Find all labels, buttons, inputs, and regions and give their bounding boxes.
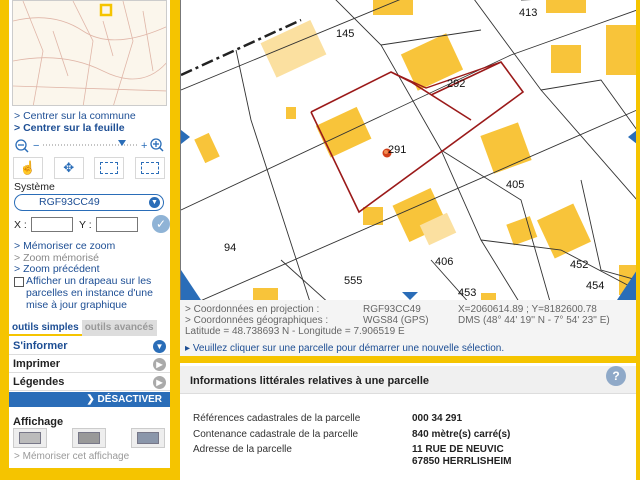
arrow-right-icon: ❯: [86, 394, 98, 405]
chevron-right-icon: ▶: [153, 376, 166, 389]
memoriser-affichage-link: > Mémoriser cet affichage: [14, 451, 130, 462]
hand-icon: ☝: [19, 160, 37, 175]
tools-tabs: outils simples outils avancés: [9, 320, 170, 336]
chevron-right-icon: ▶: [153, 358, 166, 371]
memoriser-affichage-label: Mémoriser cet affichage: [22, 451, 130, 462]
zoom-precedent-link[interactable]: > Zoom précédent: [14, 263, 100, 275]
sidebar: > Centrer sur la commune > Centrer sur l…: [9, 0, 170, 468]
adresse-value-line2: 67850 HERRLISHEIM: [412, 456, 512, 467]
parcel-info-panel: Informations littérales relatives à une …: [180, 363, 636, 480]
svg-text:−: −: [33, 140, 39, 152]
pan-left-icon: [181, 130, 190, 144]
parcel-number-label: 406: [435, 256, 453, 268]
pan-hand-button[interactable]: ☝: [13, 157, 43, 179]
affichage-option-2[interactable]: [72, 428, 106, 448]
geo-label-text: Coordonnées géographiques :: [193, 315, 329, 326]
projection-label-text: Coordonnées en projection :: [193, 304, 320, 315]
contenance-value: 840 mètre(s) carré(s): [412, 429, 511, 440]
y-input[interactable]: [96, 217, 138, 232]
accordion-legendes[interactable]: Légendes ▶: [9, 374, 170, 391]
zoom-box-button[interactable]: [94, 157, 125, 179]
parcel-number-label: 291: [388, 144, 406, 156]
accordion-imprimer[interactable]: Imprimer ▶: [9, 356, 170, 373]
desactiver-label: DÉSACTIVER: [97, 394, 162, 405]
check-icon: ✓: [155, 217, 167, 231]
pan-right-icon: [628, 130, 636, 144]
center-feuille-label: Centrer sur la feuille: [23, 122, 125, 134]
parcel-number-label: 555: [344, 275, 362, 287]
systeme-label: Système: [14, 181, 55, 193]
selection-notice: ▸ Veuillez cliquer sur une parcelle pour…: [185, 343, 505, 354]
geo-label: > Coordonnées géographiques :: [185, 315, 329, 326]
cadastre-map[interactable]: 145 413 292 291 405 94 406 555 452 453 454: [180, 0, 636, 300]
chevron-down-icon: ▼: [153, 340, 166, 353]
chevron-down-icon: ▼: [149, 197, 160, 208]
zoom-slider[interactable]: − +: [13, 136, 165, 154]
tab-outils-avances[interactable]: outils avancés: [81, 320, 157, 336]
extent-icon: [139, 161, 160, 175]
pan-move-button[interactable]: ✥: [53, 157, 84, 179]
adresse-label: Adresse de la parcelle: [193, 444, 292, 455]
help-icon[interactable]: ?: [606, 366, 626, 386]
x-label: X :: [14, 219, 27, 231]
dashed-rect-icon: [100, 162, 119, 174]
y-label: Y :: [79, 219, 92, 231]
affichage-options: [13, 428, 165, 450]
memoriser-zoom-label: Mémoriser ce zoom: [23, 240, 116, 252]
projection-label: > Coordonnées en projection :: [185, 304, 320, 315]
ref-cadastrale-label: Références cadastrales de la parcelle: [193, 413, 361, 424]
overview-minimap[interactable]: [12, 0, 167, 106]
center-commune-link[interactable]: > Centrer sur la commune: [14, 110, 136, 122]
pan-down-icon: [402, 292, 418, 300]
geo-value: DMS (48° 44' 19'' N - 7° 54' 23'' E): [458, 315, 610, 326]
memoriser-zoom-link[interactable]: > Mémoriser ce zoom: [14, 240, 115, 252]
parcel-number-label: 292: [447, 78, 465, 90]
adresse-value-line1: 11 RUE DE NEUVIC: [412, 444, 504, 455]
layer-icon: [19, 432, 41, 444]
drapeau-label: Afficher un drapeau sur les parcelles en…: [26, 275, 153, 311]
projection-system: RGF93CC49: [363, 304, 421, 315]
projection-value: X=2060614.89 ; Y=8182600.78: [458, 304, 597, 315]
svg-text:+: +: [141, 140, 147, 152]
geo-system: WGS84 (GPS): [363, 315, 429, 326]
affichage-option-3[interactable]: [131, 428, 165, 448]
validate-coords-button[interactable]: ✓: [152, 215, 170, 233]
desactiver-button[interactable]: ❯ DÉSACTIVER: [9, 392, 170, 407]
accordion-sinformer[interactable]: S'informer ▼: [9, 338, 170, 355]
accordion-label: Légendes: [13, 376, 65, 388]
systeme-select[interactable]: RGF93CC49 ▼: [14, 194, 164, 211]
zoom-precedent-label: Zoom précédent: [23, 263, 100, 275]
full-extent-button[interactable]: [134, 157, 165, 179]
parcel-number-label: 454: [586, 280, 604, 292]
parcel-info-title: Informations littérales relatives à une …: [180, 366, 636, 394]
tab-outils-simples[interactable]: outils simples: [9, 320, 82, 336]
x-input[interactable]: [31, 217, 73, 232]
map-tools: ☝ ✥: [13, 157, 165, 179]
systeme-value: RGF93CC49: [39, 196, 100, 208]
move-icon: ✥: [63, 160, 75, 175]
layer-icon: [78, 432, 100, 444]
notice-text: Veuillez cliquer sur une parcelle pour d…: [192, 343, 505, 354]
layer-icon: [137, 432, 159, 444]
center-commune-label: Centrer sur la commune: [23, 110, 136, 122]
latlon: Latitude = 48.738693 N - Longitude = 7.9…: [185, 326, 405, 337]
affichage-option-1[interactable]: [13, 428, 47, 448]
parcel-number-label: 405: [506, 179, 524, 191]
drapeau-checkbox[interactable]: [14, 277, 24, 287]
parcel-number-label: 145: [336, 28, 354, 40]
ref-cadastrale-value: 000 34 291: [412, 413, 463, 424]
center-feuille-link[interactable]: > Centrer sur la feuille: [14, 122, 125, 134]
parcel-number-label: 94: [224, 242, 236, 254]
contenance-label: Contenance cadastrale de la parcelle: [193, 429, 359, 440]
accordion-label: Imprimer: [13, 358, 61, 370]
accordion-label: S'informer: [13, 340, 68, 352]
parcel-number-label: 453: [458, 287, 476, 299]
affichage-heading: Affichage: [13, 416, 64, 428]
parcel-number-label: 452: [570, 259, 588, 271]
parcel-number-label: 413: [519, 7, 537, 19]
